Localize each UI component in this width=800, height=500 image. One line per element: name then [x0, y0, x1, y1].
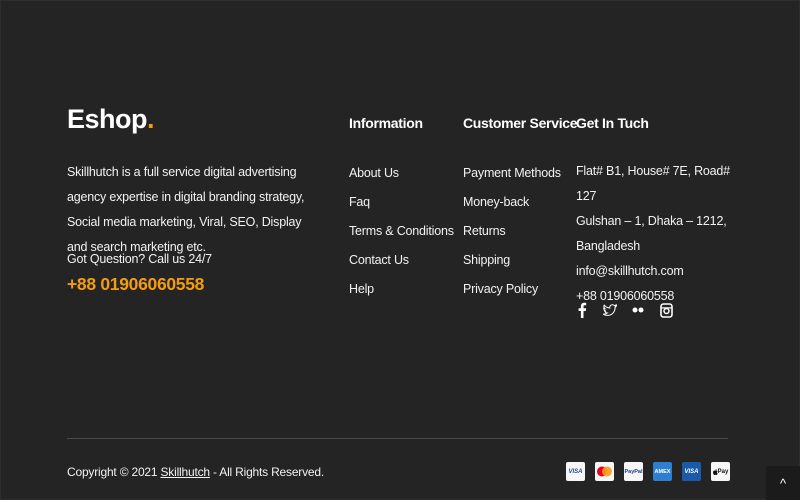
support-question: Got Question? Call us 24/7 — [67, 252, 212, 266]
about-description: Skillhutch is a full service digital adv… — [67, 165, 305, 254]
instagram-icon[interactable] — [658, 301, 674, 319]
link-privacy-policy[interactable]: Privacy Policy — [463, 275, 577, 304]
copyright: Copyright © 2021 Skillhutch - All Rights… — [67, 465, 324, 479]
contact-title: Get In Tuch — [576, 115, 649, 131]
scroll-to-top-button[interactable]: ^ — [766, 466, 800, 500]
apple-pay-icon: Pay — [711, 462, 730, 481]
link-money-back[interactable]: Money-back — [463, 188, 577, 217]
customer-service-column: Customer Service Payment Methods Money-b… — [463, 113, 578, 304]
information-column: Information About Us Faq Terms & Conditi… — [349, 113, 454, 304]
visa-electron-icon: VISA — [682, 462, 701, 481]
amex-icon: AMEX — [653, 462, 672, 481]
customer-service-links: Payment Methods Money-back Returns Shipp… — [463, 159, 577, 304]
information-links: About Us Faq Terms & Conditions Contact … — [349, 159, 454, 304]
copyright-suffix: - All Rights Reserved. — [209, 465, 324, 479]
payment-cards: VISA PayPal AMEX VISA Pay — [566, 462, 730, 481]
address-line-1: Flat# B1, House# 7E, Road# 127 — [576, 164, 730, 203]
contact-column: Get In Tuch Flat# B1, House# 7E, Road# 1… — [576, 113, 736, 309]
support-phone[interactable]: +88 01906060558 — [67, 274, 204, 295]
footer-divider — [67, 438, 728, 439]
visa-card-icon: VISA — [566, 462, 585, 481]
facebook-icon[interactable] — [574, 301, 590, 319]
copyright-link[interactable]: Skillhutch — [161, 465, 211, 479]
link-returns[interactable]: Returns — [463, 217, 577, 246]
link-about-us[interactable]: About Us — [349, 159, 454, 188]
logo-dot: . — [147, 104, 155, 134]
logo-text: Eshop — [67, 104, 148, 134]
apple-pay-label: Pay — [717, 468, 729, 475]
address-line-3: Bangladesh — [576, 239, 641, 253]
customer-service-title: Customer Service — [463, 115, 578, 131]
contact-email[interactable]: info@skillhutch.com — [576, 259, 736, 284]
link-shipping[interactable]: Shipping — [463, 246, 577, 275]
link-terms-conditions[interactable]: Terms & Conditions — [349, 217, 454, 246]
link-help[interactable]: Help — [349, 275, 454, 304]
flickr-icon[interactable] — [630, 301, 646, 319]
link-faq[interactable]: Faq — [349, 188, 454, 217]
link-payment-methods[interactable]: Payment Methods — [463, 159, 577, 188]
link-contact-us[interactable]: Contact Us — [349, 246, 454, 275]
twitter-icon[interactable] — [602, 301, 618, 319]
mastercard-icon — [595, 462, 614, 481]
information-title: Information — [349, 115, 423, 131]
paypal-icon: PayPal — [624, 462, 643, 481]
copyright-prefix: Copyright © 2021 — [67, 465, 161, 479]
address-line-2: Gulshan – 1, Dhaka – 1212, — [576, 214, 727, 228]
social-links — [574, 301, 674, 319]
brand-logo[interactable]: Eshop. — [67, 102, 155, 136]
